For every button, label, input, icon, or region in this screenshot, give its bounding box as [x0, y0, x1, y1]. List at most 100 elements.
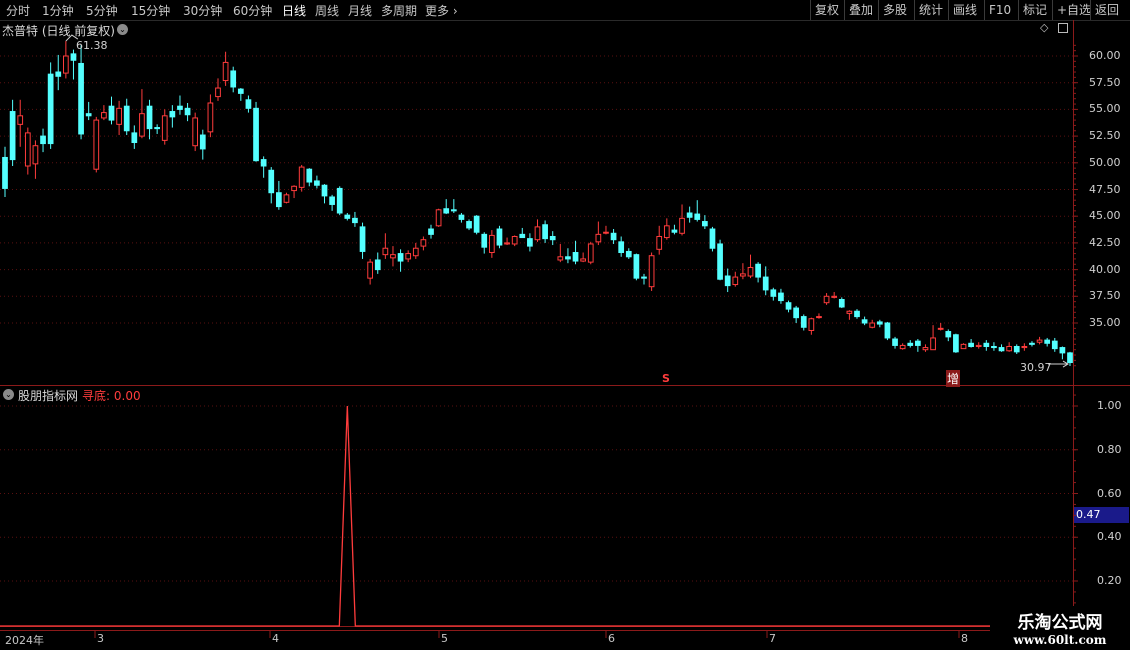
candle-up — [648, 255, 655, 288]
candle-down — [9, 111, 16, 161]
candle-down — [397, 253, 404, 262]
candle-up — [1036, 339, 1043, 343]
candle-down — [542, 224, 548, 240]
candle-down — [549, 235, 556, 241]
candle-up — [595, 233, 602, 243]
candle-up — [656, 235, 663, 250]
candle-up — [192, 117, 199, 147]
signal-zeng-marker: 增 — [946, 370, 961, 387]
candle-down — [686, 212, 693, 218]
candle-up — [1021, 345, 1028, 349]
candle-down — [914, 340, 921, 346]
candle-up — [291, 185, 297, 192]
candle-up — [116, 107, 122, 125]
candle-down — [610, 232, 617, 241]
candle-up — [816, 316, 822, 319]
candle-down — [321, 184, 328, 197]
candle-up — [222, 61, 229, 82]
candle-up — [32, 145, 39, 165]
candle-down — [1067, 352, 1073, 364]
candle-down — [458, 214, 465, 220]
candle-up — [846, 310, 853, 314]
candle-down — [47, 73, 54, 145]
signal-s-marker: S — [662, 372, 670, 385]
candle-up — [663, 225, 670, 239]
candle-down — [2, 156, 8, 189]
candle-down — [762, 276, 769, 291]
candle-down — [85, 113, 92, 117]
watermark-title: 乐淘公式网 — [1017, 613, 1103, 633]
candle-up — [580, 258, 587, 262]
candle-down — [641, 276, 647, 279]
candle-down — [724, 275, 731, 287]
candle-down — [268, 169, 275, 194]
candle-down — [260, 159, 267, 167]
candle-down — [671, 229, 678, 233]
candle-down — [359, 226, 366, 252]
candle-up — [367, 261, 374, 279]
candle-up — [831, 295, 838, 298]
candle-up — [587, 243, 594, 263]
candle-up — [93, 119, 100, 170]
candle-down — [565, 256, 571, 260]
candle-up — [488, 234, 495, 254]
candle-up — [747, 266, 754, 277]
candle-up — [823, 295, 830, 304]
candle-up — [390, 254, 396, 259]
candle-down — [466, 221, 472, 229]
candle-down — [428, 228, 434, 235]
candle-down — [352, 217, 358, 224]
candle-down — [177, 105, 183, 110]
kline-chart[interactable] — [0, 0, 1130, 650]
candle-down — [892, 338, 898, 346]
candle-down — [314, 180, 320, 186]
candle-up — [975, 344, 982, 347]
candle-down — [473, 215, 480, 233]
candle-down — [230, 70, 237, 88]
candle-down — [983, 342, 990, 347]
candle-up — [207, 102, 214, 133]
candle-up — [412, 247, 419, 257]
candle-down — [275, 192, 282, 208]
candle-down — [709, 228, 716, 249]
candle-up — [382, 247, 389, 256]
candle-down — [945, 331, 952, 338]
candle-up — [298, 166, 305, 188]
candle-down — [991, 345, 997, 349]
candle-down — [78, 62, 84, 135]
candle-down — [717, 243, 723, 280]
candle-down — [123, 105, 130, 132]
candle-up — [283, 194, 290, 203]
candle-down — [884, 322, 891, 339]
indicator-line — [0, 405, 1073, 627]
candle-up — [930, 337, 936, 351]
candle-up — [435, 209, 442, 227]
candle-up — [24, 132, 31, 167]
candle-down — [184, 107, 191, 116]
candle-down — [306, 168, 313, 183]
candle-down — [770, 289, 777, 297]
candle-down — [519, 233, 526, 239]
candle-down — [968, 342, 974, 347]
candle-down — [131, 132, 138, 144]
watermark-url: www.60lt.com — [1013, 633, 1107, 647]
candle-down — [336, 187, 343, 214]
candle-down — [253, 107, 259, 162]
candle-up — [215, 87, 221, 98]
candle-down — [245, 99, 252, 109]
candle-up — [161, 115, 168, 141]
candle-up — [504, 242, 510, 245]
candle-down — [443, 208, 450, 214]
candle-down — [55, 71, 62, 77]
candle-up — [732, 276, 739, 286]
candle-down — [1029, 342, 1035, 345]
candle-down — [861, 319, 868, 324]
candle-down — [778, 292, 784, 302]
candle-down — [146, 105, 153, 130]
candle-down — [169, 111, 176, 118]
candle-up — [17, 115, 24, 125]
candle-down — [199, 134, 206, 150]
candle-down — [154, 127, 161, 130]
candle-down — [953, 334, 959, 353]
candle-down — [344, 214, 351, 219]
